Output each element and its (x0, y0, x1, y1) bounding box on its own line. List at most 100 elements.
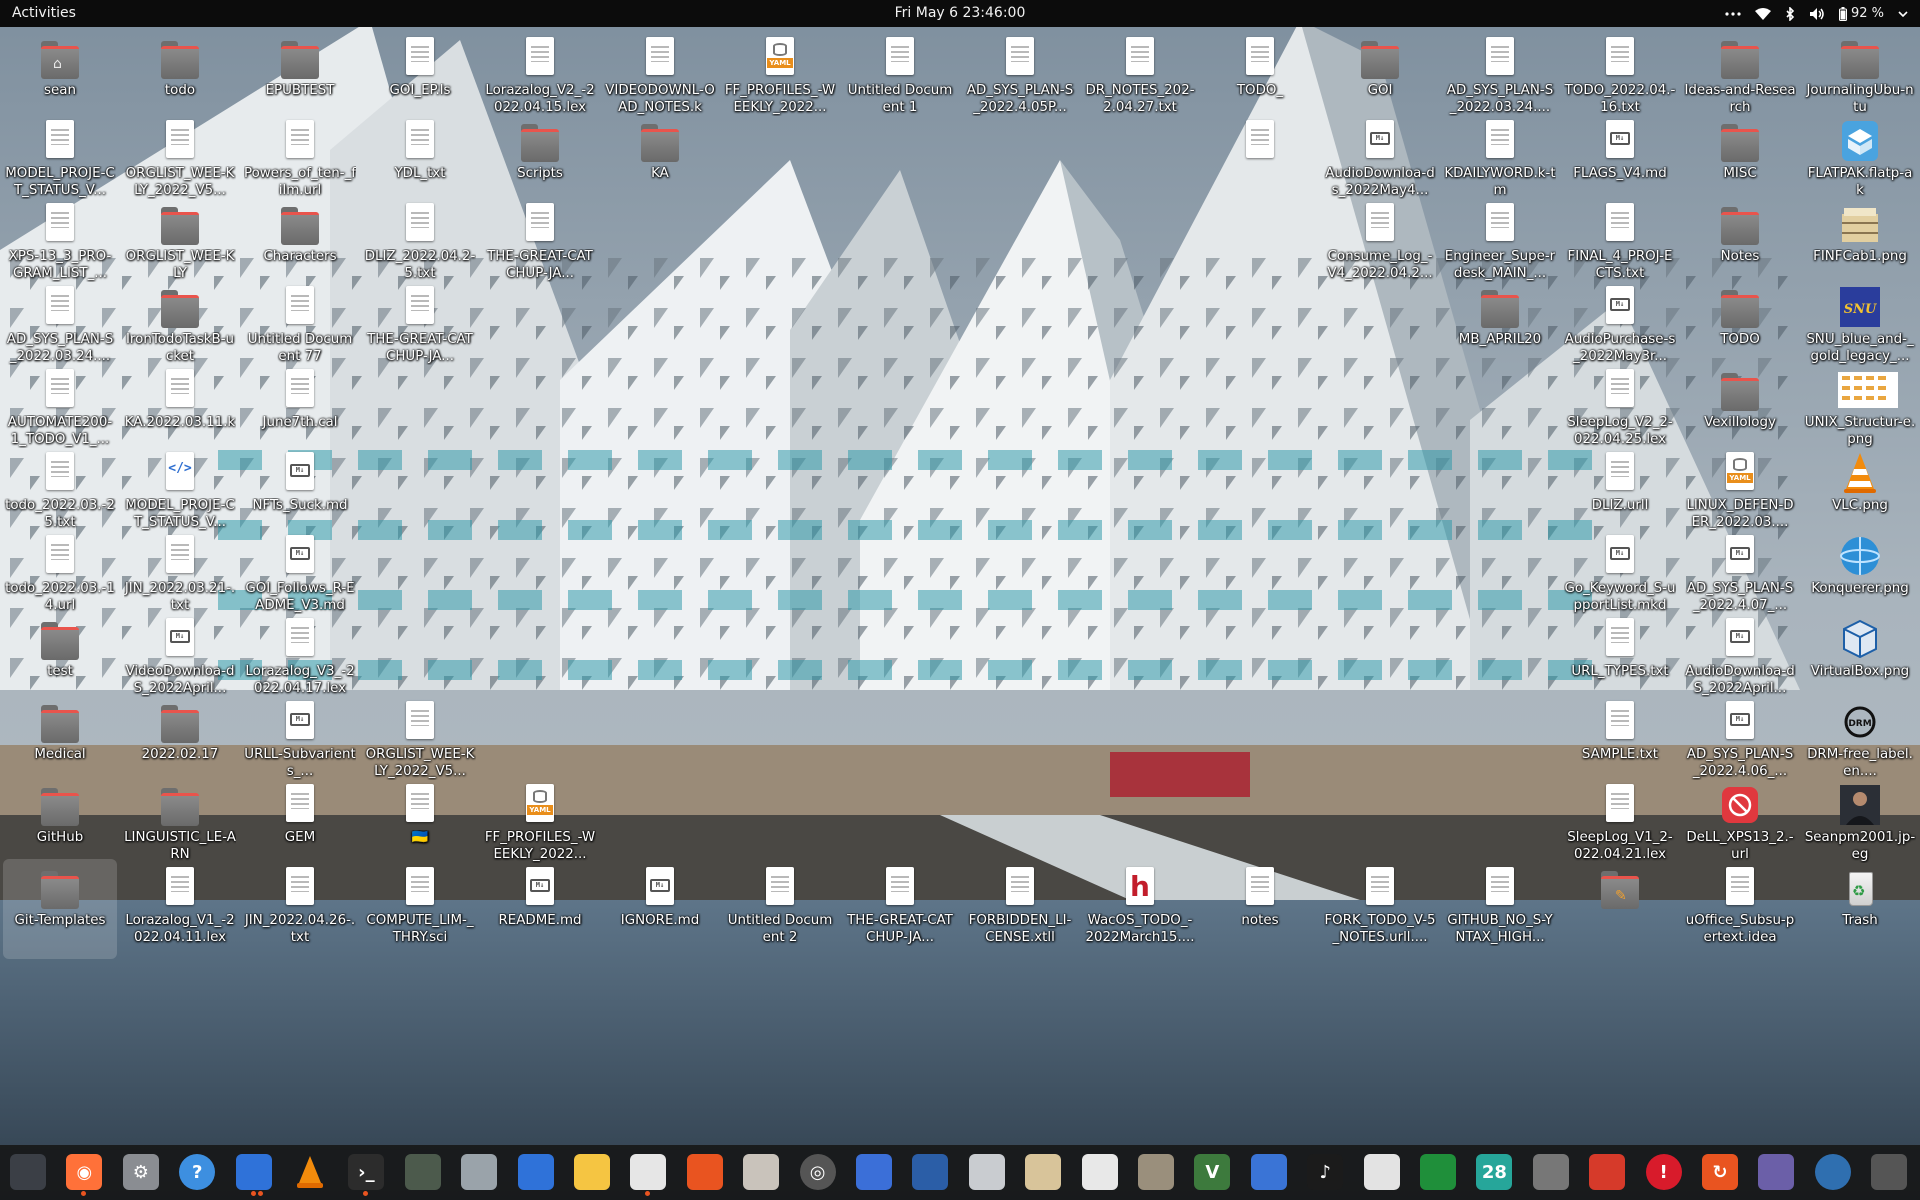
desktop-icon[interactable]: ♻ Trash (1803, 859, 1917, 959)
desktop-icon[interactable]: Git-Templates (3, 859, 117, 959)
dock-spreadsheet-a-icon[interactable] (1081, 1154, 1118, 1190)
dock-chart-icon[interactable] (630, 1154, 667, 1196)
folder-icon (1478, 285, 1522, 329)
markdown-icon: M↓ (1598, 119, 1642, 163)
bluetooth-icon[interactable] (1785, 6, 1795, 21)
dock-error-icon[interactable]: ! (1645, 1154, 1682, 1190)
desktop-icon-label: THE-GREAT-CATCHUP-JA... (487, 249, 593, 281)
desktop-icon[interactable]: M↓ IGNORE.md (603, 859, 717, 959)
image-file-icon (1838, 783, 1882, 827)
document-icon (278, 866, 322, 910)
desktop-icon[interactable]: FORK_TODO_V-5_NOTES.urll.... (1323, 859, 1437, 959)
folder-icon (638, 119, 682, 163)
desktop-icon-label: Medical (34, 747, 86, 762)
dock-pdf-icon[interactable] (1363, 1154, 1400, 1190)
wifi-icon[interactable] (1754, 7, 1771, 20)
dock-text-document-icon[interactable] (235, 1154, 272, 1196)
dock-books-icon[interactable] (912, 1154, 949, 1190)
desktop-icon[interactable] (1203, 112, 1317, 212)
folder-icon (1718, 119, 1762, 163)
dock-unity-icon[interactable] (1871, 1154, 1908, 1190)
desktop-icon[interactable]: THE-GREAT-CATCHUP-JA... (483, 195, 597, 295)
dock-calculator-icon[interactable] (574, 1154, 610, 1190)
document-icon (158, 368, 202, 412)
clock[interactable]: Fri May 6 23:46:00 (895, 5, 1026, 21)
dock-package-icon[interactable] (1025, 1154, 1062, 1190)
power-menu-arrow-icon[interactable] (1898, 10, 1908, 17)
desktop-icon-label: Scripts (517, 166, 563, 181)
desktop-icon[interactable]: h WacOS_TODO_-2022March15.... (1083, 859, 1197, 959)
document-icon (518, 202, 562, 246)
document-icon (278, 368, 322, 412)
dock-virtual-desktop-icon[interactable] (1250, 1154, 1287, 1190)
dock-help-icon[interactable]: ? (179, 1154, 216, 1190)
dock-disc-icon[interactable]: ◎ (799, 1154, 836, 1190)
desktop-icon[interactable]: THE-GREAT-CATCHUP-JA... (843, 859, 957, 959)
dock-text-editor-icon[interactable] (517, 1154, 554, 1190)
dock-remote-icon[interactable] (1814, 1154, 1851, 1190)
desktop-icon[interactable]: Lorazalog_V1_-2022.04.11.lex (123, 859, 237, 959)
folder-icon (278, 36, 322, 80)
desktop-icon[interactable]: uOffice_Subsu-pertext.idea (1683, 859, 1797, 959)
battery-indicator[interactable]: 92 % (1838, 0, 1884, 27)
dock-tools-icon[interactable] (1532, 1154, 1569, 1190)
dock-calendar-reader-icon[interactable] (968, 1154, 1005, 1190)
dock-checklist-icon[interactable] (856, 1154, 892, 1190)
document-icon (1718, 866, 1762, 910)
dock-firefox-icon[interactable]: ◉ (66, 1154, 103, 1196)
desktop-icon[interactable]: DR_NOTES_202-2.04.27.txt (1083, 29, 1197, 129)
document-icon (1598, 617, 1642, 661)
folder-icon (158, 202, 202, 246)
folder-icon (1358, 36, 1402, 80)
desktop-icon[interactable]: Untitled Document 1 (843, 29, 957, 129)
document-icon (278, 783, 322, 827)
desktop-icon-label: VLC.png (1832, 498, 1888, 513)
dock-system-monitor-icon[interactable] (10, 1154, 46, 1190)
image-file-icon (1718, 783, 1762, 827)
more-icon[interactable] (1725, 11, 1741, 16)
dock-vim-icon[interactable]: V (1194, 1154, 1231, 1190)
dock-settings-icon[interactable]: ⚙ (122, 1154, 159, 1190)
desktop-icon[interactable]: AD_SYS_PLAN-S_2022.4.05P... (963, 29, 1077, 129)
dock-vlc-icon[interactable] (292, 1154, 328, 1190)
svg-text:SNU: SNU (1844, 302, 1877, 317)
dock-archive-b-icon[interactable] (1138, 1154, 1174, 1190)
system-tray[interactable]: 92 % (1725, 0, 1908, 27)
volume-icon[interactable] (1809, 7, 1825, 21)
dock-archive-icon[interactable] (404, 1154, 441, 1190)
desktop-icon[interactable]: M↓ README.md (483, 859, 597, 959)
desktop-icon[interactable]: GITHUB_NO_S-YNTAX_HIGH... (1443, 859, 1557, 959)
desktop-icon[interactable]: COMPUTE_LIM-_THRY.sci (363, 859, 477, 959)
desktop-icon[interactable]: KA (603, 112, 717, 212)
dock-search-icon[interactable] (461, 1154, 498, 1190)
desktop-icon[interactable]: notes (1203, 859, 1317, 959)
desktop-icon[interactable]: THE-GREAT-CATCHUP-JA... (363, 278, 477, 378)
desktop-icon[interactable]: JIN_2022.04.26-.txt (243, 859, 357, 959)
dock-mario-icon[interactable] (1589, 1154, 1626, 1190)
document-icon (1238, 119, 1282, 163)
dock-files-icon[interactable] (743, 1154, 780, 1190)
desktop-icon[interactable]: Untitled Document 2 (723, 859, 837, 959)
image-file-icon (1838, 451, 1882, 495)
desktop-icon-label: YDL_txt (394, 166, 446, 181)
dock-spreadsheet-icon[interactable] (1420, 1154, 1456, 1190)
document-icon (1478, 119, 1522, 163)
document-icon (1598, 783, 1642, 827)
document-icon (1238, 36, 1282, 80)
dock-music-icon[interactable]: ♪ (1307, 1154, 1344, 1190)
document-icon (1478, 866, 1522, 910)
desktop-icon-label: Characters (263, 249, 337, 264)
desktop-icon[interactable]: YAML FF_PROFILES_-WEEKLY_2022... (723, 29, 837, 129)
dock-calendar-28-icon[interactable]: 28 (1476, 1154, 1513, 1190)
dock-update-icon[interactable]: ↻ (1702, 1154, 1738, 1190)
desktop-icon[interactable]: MB_APRIL20 (1443, 278, 1557, 378)
desktop-icon[interactable]: Consume_Log_-V4_2022.04.2... (1323, 195, 1437, 295)
dock-screenshot-icon[interactable] (1758, 1154, 1795, 1190)
desktop-icon[interactable]: FORBIDDEN_LI-CENSE.xtll (963, 859, 1077, 959)
dock-software-center-icon[interactable] (686, 1154, 723, 1190)
desktop-icon[interactable]: ✎ (1563, 859, 1677, 959)
document-icon (878, 866, 922, 910)
dock-terminal-icon[interactable]: ›_ (348, 1154, 385, 1196)
activities-button[interactable]: Activities (12, 0, 76, 27)
desktop-icon-label: GitHub (36, 830, 84, 845)
